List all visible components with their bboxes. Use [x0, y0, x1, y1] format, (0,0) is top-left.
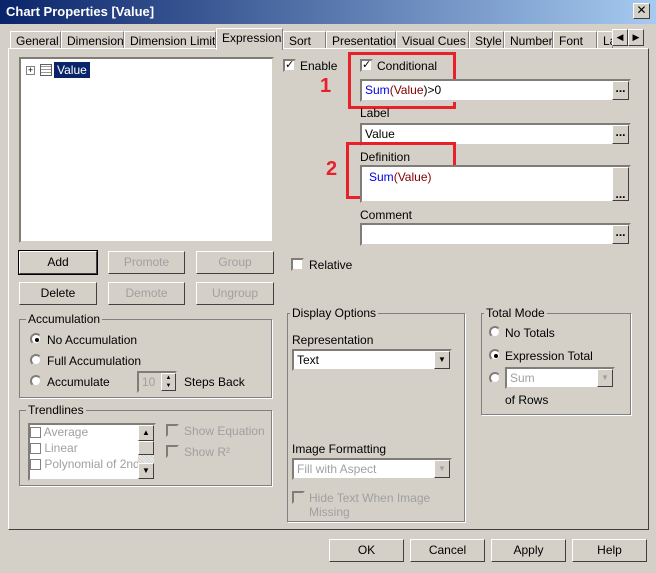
representation-select[interactable]: Text ▼: [292, 349, 452, 371]
tree-item-value[interactable]: Value: [54, 62, 90, 78]
expression-tree[interactable]: + Value: [19, 57, 274, 243]
steps-spinner[interactable]: ▲ ▼: [161, 373, 176, 391]
tab-presentation[interactable]: Presentation: [326, 31, 396, 49]
trendlines-group: Trendlines Average Linear Polynomial of …: [19, 403, 272, 486]
cancel-button[interactable]: Cancel: [410, 539, 485, 562]
tab-sort[interactable]: Sort: [283, 31, 326, 49]
table-icon: [40, 64, 52, 76]
sum-select[interactable]: Sum ▼: [505, 367, 615, 389]
conditional-checkbox[interactable]: ✓: [360, 59, 373, 72]
representation-label: Representation: [292, 333, 374, 347]
paren: ): [427, 170, 432, 184]
field-token: Value: [393, 83, 424, 97]
dropdown-arrow-icon: ▼: [434, 351, 450, 369]
sum-value: Sum: [510, 371, 535, 385]
comment-edit-button[interactable]: ...: [612, 225, 629, 244]
close-button[interactable]: ✕: [633, 3, 650, 19]
full-accumulation-radio[interactable]: [30, 354, 42, 366]
hide-text-checkbox[interactable]: [292, 491, 305, 504]
relative-checkbox[interactable]: [291, 258, 304, 271]
tab-dimension-limits[interactable]: Dimension Limits: [124, 31, 216, 49]
hide-text-label: Hide Text When Image Missing: [309, 491, 431, 519]
tab-dimensions[interactable]: Dimensions: [61, 31, 124, 49]
trendlines-list[interactable]: Average Linear Polynomial of 2nd de ▲ ▼: [28, 423, 156, 481]
show-r2-checkbox[interactable]: [166, 445, 179, 458]
accumulation-group: Accumulation No Accumulation Full Accumu…: [19, 312, 272, 398]
accumulate-label: Accumulate: [47, 375, 110, 389]
tab-expressions[interactable]: Expressions: [216, 28, 283, 50]
definition-label: Definition: [360, 150, 411, 164]
function-token: Sum: [369, 170, 394, 184]
label-edit-button[interactable]: ...: [612, 125, 629, 144]
trendline-linear[interactable]: Linear: [44, 441, 77, 455]
enable-label: Enable: [300, 59, 338, 73]
of-rows-label: of Rows: [505, 393, 549, 407]
image-formatting-value: Fill with Aspect: [297, 462, 377, 476]
tab-scroll-left-button[interactable]: ◀: [612, 29, 628, 46]
ok-button[interactable]: OK: [329, 539, 404, 562]
expression-total-radio[interactable]: [489, 349, 501, 361]
show-equation-checkbox[interactable]: [166, 424, 179, 437]
apply-button[interactable]: Apply: [491, 539, 566, 562]
group-button[interactable]: Group: [196, 251, 274, 274]
no-totals-radio[interactable]: [489, 326, 501, 338]
field-token: Value: [397, 170, 428, 184]
expression-total-label: Expression Total: [505, 349, 593, 363]
tab-style[interactable]: Style: [469, 31, 504, 49]
trendline-average[interactable]: Average: [44, 425, 88, 439]
no-accumulation-radio[interactable]: [30, 333, 42, 345]
show-r2-label: Show R²: [184, 445, 231, 459]
no-totals-label: No Totals: [505, 326, 555, 340]
steps-back-label: Steps Back: [184, 375, 245, 389]
sum-of-rows-radio[interactable]: [489, 372, 501, 384]
relative-label: Relative: [309, 258, 353, 272]
enable-checkbox[interactable]: ✓: [283, 59, 296, 72]
trendlines-scrollbar[interactable]: ▲ ▼: [138, 425, 154, 479]
tab-font[interactable]: Font: [553, 31, 597, 49]
comment-input[interactable]: ...: [360, 223, 631, 246]
ungroup-button[interactable]: Ungroup: [196, 282, 274, 305]
image-formatting-label: Image Formatting: [292, 442, 387, 456]
comment-label: Comment: [360, 208, 413, 222]
show-equation-label: Show Equation: [184, 424, 265, 438]
total-mode-group: Total Mode No Totals Expression Total Su…: [481, 306, 631, 415]
total-mode-title: Total Mode: [484, 306, 547, 320]
dropdown-arrow-icon: ▼: [434, 460, 450, 478]
function-token: Sum: [365, 83, 390, 97]
definition-edit-button[interactable]: ...: [612, 167, 629, 201]
expand-icon[interactable]: +: [26, 66, 35, 75]
accumulation-title: Accumulation: [26, 312, 103, 326]
condition-rest: )>0: [423, 83, 442, 97]
tab-scroll-right-button[interactable]: ▶: [628, 29, 644, 46]
delete-button[interactable]: Delete: [19, 282, 97, 305]
tab-visual-cues[interactable]: Visual Cues: [396, 31, 469, 49]
promote-button[interactable]: Promote: [108, 251, 185, 274]
image-formatting-select[interactable]: Fill with Aspect ▼: [292, 458, 452, 480]
display-options-title: Display Options: [290, 306, 379, 320]
label-label: Label: [360, 106, 390, 120]
label-value: Value: [365, 127, 395, 141]
definition-input[interactable]: Sum(Value) ...: [360, 165, 631, 203]
full-accumulation-label: Full Accumulation: [47, 354, 142, 368]
conditional-label: Conditional: [377, 59, 438, 73]
trendlines-title: Trendlines: [26, 403, 86, 417]
accumulate-radio[interactable]: [30, 375, 42, 387]
help-button[interactable]: Help: [572, 539, 647, 562]
conditional-edit-button[interactable]: ...: [612, 81, 629, 100]
display-options-group: Display Options Representation Text ▼ Ima…: [287, 306, 465, 522]
marker-1: 1: [320, 75, 332, 97]
marker-2: 2: [326, 158, 338, 180]
tab-general[interactable]: General: [10, 31, 61, 49]
tab-layout[interactable]: La: [597, 31, 613, 49]
representation-value: Text: [297, 353, 320, 367]
add-button[interactable]: Add: [18, 250, 98, 275]
no-accumulation-label: No Accumulation: [47, 333, 138, 347]
title-bar: Chart Properties [Value]: [0, 0, 656, 24]
dropdown-arrow-icon: ▼: [597, 369, 613, 387]
tab-number[interactable]: Number: [504, 31, 553, 49]
conditional-input[interactable]: Sum(Value)>0 ...: [360, 79, 631, 102]
demote-button[interactable]: Demote: [108, 282, 185, 305]
